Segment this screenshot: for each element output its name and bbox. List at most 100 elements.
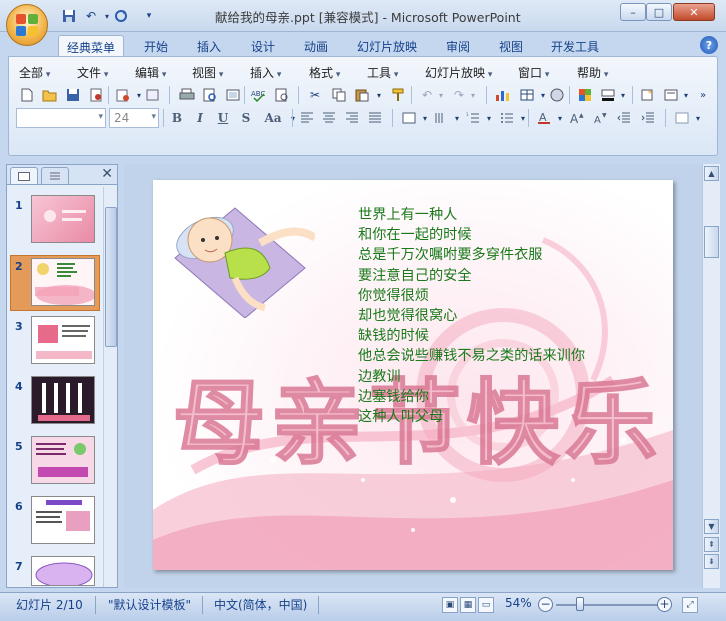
zoom-slider-knob[interactable] xyxy=(576,597,584,611)
fit-to-window-icon[interactable]: ⤢ xyxy=(682,597,698,613)
copy-icon[interactable] xyxy=(330,86,348,104)
slide-thumbnail-6[interactable] xyxy=(31,496,95,544)
menu-tools[interactable]: 工具 xyxy=(367,64,398,81)
zoom-out-icon[interactable]: − xyxy=(538,597,553,612)
new-icon[interactable] xyxy=(18,86,36,104)
slides-tab-icon[interactable] xyxy=(10,167,38,184)
close-button[interactable]: ✕ xyxy=(673,3,715,21)
tab-insert[interactable]: 插入 xyxy=(189,35,229,57)
menu-window[interactable]: 窗口 xyxy=(518,64,549,81)
change-case-button[interactable]: Aa xyxy=(262,109,284,127)
italic-button[interactable]: I xyxy=(191,109,209,127)
underline-button[interactable]: U xyxy=(214,109,232,127)
slide-design-dropdown-icon[interactable]: ▾ xyxy=(677,86,695,104)
print-preview-icon[interactable] xyxy=(201,86,219,104)
bullets-dropdown-icon[interactable]: ▾ xyxy=(514,109,532,127)
increase-indent-icon[interactable] xyxy=(639,109,657,127)
template-name[interactable]: "默认设计模板" xyxy=(108,596,191,613)
slide-thumbnail-3[interactable] xyxy=(31,316,95,364)
tab-classic-menu[interactable]: 经典菜单 xyxy=(58,35,125,57)
decrease-indent-icon[interactable] xyxy=(615,109,633,127)
undo-toolbar-dropdown-icon[interactable]: ▾ xyxy=(432,86,450,104)
zoom-level[interactable]: 54% xyxy=(505,596,532,610)
redo-toolbar-dropdown-icon[interactable]: ▾ xyxy=(464,86,482,104)
minimize-button[interactable]: – xyxy=(620,3,646,21)
paste-dropdown-icon[interactable]: ▾ xyxy=(370,86,388,104)
design-dropdown-icon[interactable]: ▾ xyxy=(689,109,707,127)
open-icon[interactable] xyxy=(41,86,59,104)
help-icon[interactable]: ? xyxy=(700,36,718,54)
menu-slideshow[interactable]: 幻灯片放映 xyxy=(425,64,492,81)
next-slide-icon[interactable]: ⇟ xyxy=(704,554,719,569)
shadow-button[interactable]: S xyxy=(237,109,255,127)
color-scheme-icon[interactable] xyxy=(576,86,594,104)
grow-font-icon[interactable]: A ▲ xyxy=(568,109,586,127)
slide-thumbnail-1[interactable] xyxy=(31,195,95,243)
align-right-icon[interactable] xyxy=(343,109,361,127)
scrollbar-thumb[interactable] xyxy=(105,207,117,347)
zoom-in-icon[interactable]: + xyxy=(657,597,672,612)
print-icon[interactable] xyxy=(178,86,196,104)
tab-view[interactable]: 视图 xyxy=(491,35,531,57)
menu-edit[interactable]: 编辑 xyxy=(135,64,166,81)
slide-thumbnail-2[interactable] xyxy=(31,258,95,306)
customize-qat-icon[interactable]: ▾ xyxy=(140,7,158,25)
tab-review[interactable]: 审阅 xyxy=(438,35,478,57)
attach-icon[interactable] xyxy=(144,86,162,104)
tab-home[interactable]: 开始 xyxy=(136,35,176,57)
grayscale-icon[interactable] xyxy=(548,86,566,104)
font-name-combo[interactable]: ▾ xyxy=(16,108,106,128)
thumbnails-scrollbar[interactable] xyxy=(103,187,117,587)
bold-button[interactable]: B xyxy=(168,109,186,127)
slide-sorter-icon[interactable]: ▦ xyxy=(460,597,476,613)
scroll-up-icon[interactable]: ▲ xyxy=(704,166,719,181)
tab-developer[interactable]: 开发工具 xyxy=(543,35,607,57)
poem-textbox[interactable]: 世界上有一种人 和你在一起的时候 总是千万次嘱咐要多穿件衣服 要注意自己的安全 … xyxy=(358,205,585,427)
redo-icon[interactable] xyxy=(112,7,130,25)
paste-icon[interactable] xyxy=(353,86,371,104)
cut-icon[interactable]: ✂ xyxy=(306,86,324,104)
menu-insert[interactable]: 插入 xyxy=(250,64,281,81)
slide-thumbnail-4[interactable] xyxy=(31,376,95,424)
align-center-icon[interactable] xyxy=(320,109,338,127)
save-file-icon[interactable] xyxy=(64,86,82,104)
slide-vertical-scrollbar[interactable]: ▲ ▼ ⇞ ⇟ xyxy=(702,164,720,588)
tab-slideshow[interactable]: 幻灯片放映 xyxy=(349,35,425,57)
menu-view[interactable]: 视图 xyxy=(192,64,223,81)
baby-clipart[interactable] xyxy=(165,198,315,318)
fill-color-dropdown-icon[interactable]: ▾ xyxy=(614,86,632,104)
numbering-dropdown-icon[interactable]: ▾ xyxy=(480,109,498,127)
normal-view-icon[interactable]: ▣ xyxy=(442,597,458,613)
scroll-down-icon[interactable]: ▼ xyxy=(704,519,719,534)
office-button[interactable] xyxy=(6,4,48,46)
slide-view-icon[interactable] xyxy=(224,86,242,104)
save-icon[interactable] xyxy=(60,7,78,25)
align-left-icon[interactable] xyxy=(298,109,316,127)
menu-format[interactable]: 格式 xyxy=(309,64,340,81)
menu-all[interactable]: 全部 xyxy=(19,64,50,81)
slide-thumbnail-5[interactable] xyxy=(31,436,95,484)
slide-canvas[interactable]: 母亲节快乐 世界上有一种人 和你在一起的时候 总是千万次嘱咐要多穿件衣服 要注意… xyxy=(153,180,673,570)
language-indicator[interactable]: 中文(简体，中国) xyxy=(214,596,307,613)
font-size-combo[interactable]: 24 ▾ xyxy=(109,108,159,128)
chart-icon[interactable] xyxy=(494,86,512,104)
menu-help[interactable]: 帮助 xyxy=(577,64,608,81)
research-icon[interactable] xyxy=(273,86,291,104)
outline-tab-icon[interactable] xyxy=(41,167,69,184)
tab-design[interactable]: 设计 xyxy=(243,35,283,57)
menu-file[interactable]: 文件 xyxy=(77,64,108,81)
spelling-icon[interactable]: ABC xyxy=(250,86,268,104)
previous-slide-icon[interactable]: ⇞ xyxy=(704,537,719,552)
zoom-slider[interactable] xyxy=(556,604,658,606)
close-icon[interactable]: ✕ xyxy=(101,166,113,182)
new-slide-icon[interactable]: * xyxy=(639,86,657,104)
permission-icon[interactable] xyxy=(87,86,105,104)
maximize-button[interactable]: □ xyxy=(646,3,672,21)
slide-thumbnail-7[interactable] xyxy=(31,556,95,586)
slideshow-view-icon[interactable]: ▭ xyxy=(478,597,494,613)
toolbar-overflow-icon[interactable]: » xyxy=(694,86,712,104)
shrink-font-icon[interactable]: A ▼ xyxy=(592,109,610,127)
font-color-dropdown-icon[interactable]: ▾ xyxy=(551,109,569,127)
scrollbar-thumb[interactable] xyxy=(704,226,719,258)
justify-icon[interactable] xyxy=(366,109,384,127)
